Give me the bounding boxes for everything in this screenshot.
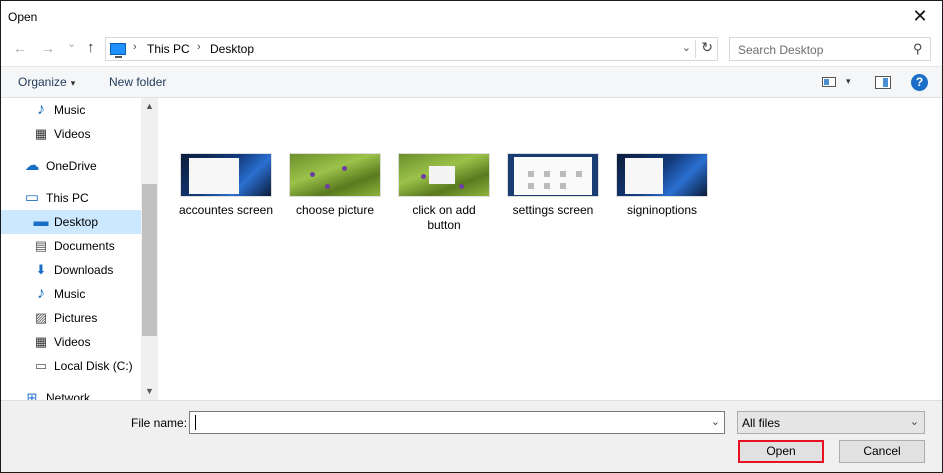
videos-icon: ▦: [34, 126, 48, 141]
title-bar: Open ✕: [1, 1, 942, 33]
sidebar-item-videos[interactable]: ▦ Videos: [1, 330, 141, 354]
file-name: signinoptions: [626, 203, 698, 217]
dialog-title: Open: [8, 10, 38, 24]
sidebar-item-desktop[interactable]: ▬ Desktop: [1, 210, 141, 234]
scroll-down-icon[interactable]: ▼: [141, 383, 158, 400]
file-item[interactable]: choose picture: [287, 153, 383, 218]
change-view-icon[interactable]: [822, 77, 836, 87]
sidebar-item-label: Local Disk (C:): [54, 359, 133, 373]
desktop-icon: ▬: [33, 213, 49, 230]
sidebar-item-music[interactable]: ♪ Music: [1, 98, 141, 122]
music-icon: ♪: [37, 285, 45, 302]
file-item[interactable]: accountes screen: [178, 153, 274, 218]
documents-icon: ▤: [34, 238, 48, 253]
file-list: accountes screen choose picture click on…: [158, 98, 942, 400]
sidebar-item-documents[interactable]: ▤ Documents: [1, 234, 141, 258]
cancel-button[interactable]: Cancel: [839, 440, 925, 463]
file-thumbnail: [289, 153, 381, 197]
file-name: click on add button: [412, 203, 476, 232]
navigation-pane: ♪ Music ▦ Videos ☁ OneDrive ▭ This PC ▬ …: [1, 98, 158, 400]
sidebar-item-music[interactable]: ♪ Music: [1, 282, 141, 306]
file-name: settings screen: [512, 203, 594, 217]
file-name: accountes screen: [178, 203, 274, 217]
this-pc-icon: [110, 43, 126, 58]
sidebar-item-label: Documents: [54, 239, 115, 253]
chevron-down-icon: ⌄: [909, 416, 919, 428]
music-icon: ♪: [37, 101, 45, 118]
onedrive-icon: ☁: [24, 157, 40, 174]
close-icon[interactable]: ✕: [898, 1, 942, 31]
file-item[interactable]: click on add button: [396, 153, 492, 233]
organize-label: Organize: [18, 75, 67, 89]
computer-icon: ▭: [24, 189, 40, 206]
scroll-up-icon[interactable]: ▲: [141, 98, 158, 115]
sidebar-item-onedrive[interactable]: ☁ OneDrive: [1, 154, 141, 178]
pictures-icon: ▨: [34, 310, 48, 325]
breadcrumb-separator: ›: [197, 41, 201, 53]
file-thumbnail: [180, 153, 272, 197]
refresh-icon[interactable]: ↻: [701, 39, 713, 56]
navigation-bar: ← → ⌄ ↑ › This PC › Desktop ⌄ ↻ Search D…: [1, 33, 942, 65]
chevron-down-icon[interactable]: ⌄: [711, 415, 720, 428]
breadcrumb-this-pc[interactable]: This PC: [147, 42, 190, 56]
back-arrow-icon[interactable]: ←: [13, 40, 27, 56]
sidebar-item-this-pc[interactable]: ▭ This PC: [1, 186, 141, 210]
address-dropdown-icon[interactable]: ⌄: [682, 41, 691, 54]
search-box[interactable]: Search Desktop ⚲: [729, 37, 931, 61]
sidebar-item-label: Downloads: [54, 263, 114, 277]
up-arrow-icon[interactable]: ↑: [87, 39, 95, 56]
file-name-label: File name:: [131, 416, 188, 430]
disk-icon: ▭: [34, 358, 48, 373]
sidebar-item-label: Videos: [54, 127, 91, 141]
sidebar-item-label: Desktop: [54, 215, 99, 229]
recent-locations-icon[interactable]: ⌄: [67, 37, 76, 50]
sidebar-item-network[interactable]: ⊞ Network: [1, 386, 141, 400]
file-item[interactable]: signinoptions: [614, 153, 710, 218]
divider: [695, 40, 696, 58]
file-item[interactable]: settings screen: [505, 153, 601, 218]
preview-pane-icon[interactable]: [875, 76, 891, 89]
sidebar-item-label: Videos: [54, 335, 91, 349]
file-name-field[interactable]: ⌄: [189, 411, 725, 434]
downloads-icon: ⬇: [35, 262, 47, 277]
new-folder-button[interactable]: New folder: [109, 75, 166, 89]
sidebar-item-local-disk[interactable]: ▭ Local Disk (C:): [1, 354, 141, 378]
scroll-thumb[interactable]: [142, 184, 157, 336]
organize-button[interactable]: Organize ▾: [18, 75, 75, 89]
sidebar-item-label: This PC: [46, 191, 89, 205]
sidebar-item-label: Pictures: [54, 311, 98, 325]
file-type-select[interactable]: All files ⌄: [737, 411, 925, 434]
sidebar-scrollbar[interactable]: ▲ ▼: [141, 98, 158, 400]
open-dialog: Open ✕ ← → ⌄ ↑ › This PC › Desktop ⌄ ↻ S…: [0, 0, 943, 473]
open-button[interactable]: Open: [738, 440, 824, 463]
forward-arrow-icon[interactable]: →: [41, 40, 55, 56]
text-cursor: [195, 415, 196, 430]
file-name: choose picture: [295, 203, 375, 217]
help-icon[interactable]: ?: [911, 74, 928, 91]
breadcrumb-desktop[interactable]: Desktop: [210, 42, 254, 56]
sidebar-item-label: Network: [46, 391, 91, 400]
breadcrumb-separator: ›: [133, 41, 137, 53]
file-type-value: All files: [742, 416, 781, 430]
file-thumbnail: [398, 153, 490, 197]
sidebar-item-label: Music: [54, 287, 86, 301]
file-thumbnail: [616, 153, 708, 197]
sidebar-item-label: Music: [54, 103, 86, 117]
view-options-dropdown-icon[interactable]: ▾: [846, 76, 851, 87]
sidebar-item-videos[interactable]: ▦ Videos: [1, 122, 141, 146]
chevron-down-icon: ▾: [70, 78, 76, 88]
network-icon: ⊞: [26, 390, 38, 400]
dialog-footer: File name: ⌄ All files ⌄ Open Cancel: [1, 400, 942, 472]
file-thumbnail: [507, 153, 599, 197]
sidebar-item-pictures[interactable]: ▨ Pictures: [1, 306, 141, 330]
search-icon[interactable]: ⚲: [913, 41, 923, 57]
sidebar-item-downloads[interactable]: ⬇ Downloads: [1, 258, 141, 282]
address-bar[interactable]: › This PC › Desktop ⌄ ↻: [105, 37, 718, 61]
sidebar-item-label: OneDrive: [46, 159, 97, 173]
search-input[interactable]: Search Desktop: [738, 43, 823, 57]
videos-icon: ▦: [34, 334, 48, 349]
command-bar: Organize ▾ New folder ▾ ?: [1, 66, 942, 98]
